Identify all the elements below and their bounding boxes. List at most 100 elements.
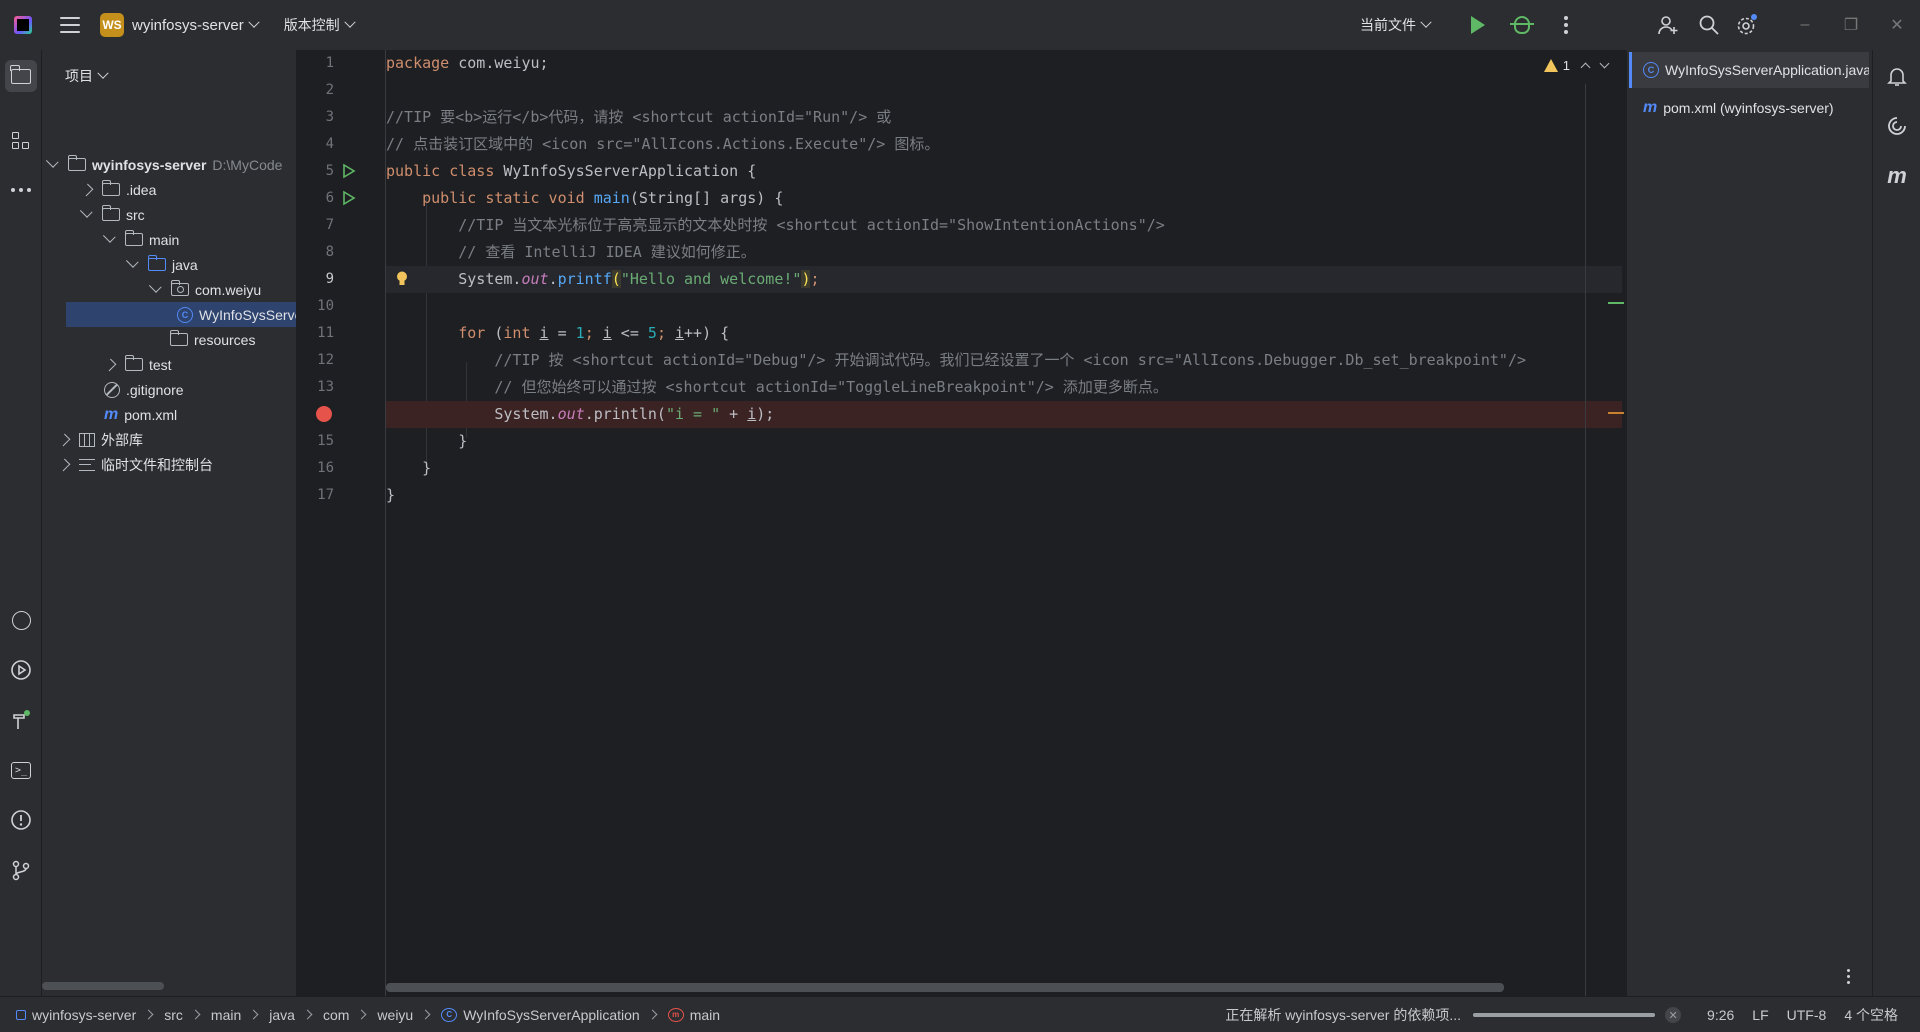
caret-position[interactable]: 9:26 xyxy=(1707,1007,1734,1023)
more-actions-button[interactable] xyxy=(1544,0,1588,50)
tree-item-resources[interactable]: resources xyxy=(42,327,296,352)
error-stripe-mark[interactable] xyxy=(1608,302,1624,304)
editor-horizontal-scrollbar[interactable] xyxy=(386,983,1504,992)
problems-tool-button[interactable] xyxy=(5,804,37,836)
expand-arrow-icon[interactable] xyxy=(102,229,116,243)
ai-assistant-button[interactable] xyxy=(1881,110,1913,142)
code-area[interactable]: package com.weiyu; //TIP 要<b>运行</b>代码，请按… xyxy=(386,50,1622,996)
tree-item-test[interactable]: test xyxy=(42,352,296,377)
background-task-progress xyxy=(1473,1013,1656,1017)
next-highlight-icon[interactable] xyxy=(1599,58,1610,69)
code-with-me-button[interactable] xyxy=(1646,0,1690,50)
profiler-tool-button[interactable] xyxy=(5,604,37,636)
code-line-12: //TIP 按 <shortcut actionId="Debug"/> 开始调… xyxy=(494,351,1527,369)
tree-item-label: .idea xyxy=(126,181,157,198)
git-tool-button[interactable] xyxy=(5,854,37,886)
run-gutter-icon[interactable] xyxy=(342,190,356,206)
debug-button[interactable] xyxy=(1500,0,1544,50)
open-file-item[interactable]: m pom.xml (wyinfosys-server) xyxy=(1629,90,1869,126)
tree-item-label: java xyxy=(172,256,198,273)
tree-item-project-root[interactable]: wyinfosys-server D:\MyCode xyxy=(42,152,296,177)
breadcrumb-item[interactable]: C WyInfoSysServerApplication xyxy=(441,1007,640,1023)
cancel-task-icon[interactable]: ✕ xyxy=(1665,1007,1682,1023)
code-line-13: // 但您始终可以通过按 <shortcut actionId="ToggleL… xyxy=(494,378,1168,396)
restore-window-button[interactable]: ❐ xyxy=(1828,0,1874,50)
breadcrumb-item[interactable]: weiyu xyxy=(377,1007,413,1023)
expand-arrow-icon[interactable] xyxy=(57,458,71,471)
warning-icon xyxy=(1543,59,1558,72)
structure-tool-button[interactable] xyxy=(5,125,37,157)
more-vertical-icon[interactable] xyxy=(1847,969,1850,984)
expand-arrow-icon[interactable] xyxy=(80,183,94,196)
run-configuration-selector[interactable]: 当前文件 xyxy=(1360,15,1432,35)
run-button[interactable] xyxy=(1456,0,1500,50)
notifications-button[interactable] xyxy=(1881,60,1913,92)
tree-item-pom[interactable]: m pom.xml xyxy=(42,402,296,427)
expand-arrow-icon[interactable] xyxy=(103,358,117,371)
search-button[interactable] xyxy=(1690,0,1728,50)
expand-arrow-icon[interactable] xyxy=(148,279,162,293)
breadcrumb-item[interactable]: main xyxy=(211,1007,241,1023)
tree-item-scratches[interactable]: 临时文件和控制台 xyxy=(42,452,296,477)
expand-arrow-icon[interactable] xyxy=(57,433,71,446)
previous-highlight-icon[interactable] xyxy=(1580,62,1591,73)
tree-item-idea[interactable]: .idea xyxy=(42,177,296,202)
project-view-selector[interactable]: 项目 xyxy=(65,66,109,86)
line-number: 2 xyxy=(325,82,334,98)
services-icon xyxy=(11,660,31,680)
maven-tool-icon[interactable]: m xyxy=(1881,160,1913,192)
chevron-right-icon xyxy=(302,1009,313,1020)
module-icon xyxy=(16,1009,26,1020)
tree-item-java[interactable]: java xyxy=(42,252,296,277)
project-switcher[interactable]: WS wyinfosys-server xyxy=(100,13,260,37)
breadcrumb-item[interactable]: com xyxy=(323,1007,349,1023)
main-menu-icon[interactable] xyxy=(60,17,80,33)
breakpoint-icon[interactable] xyxy=(316,406,332,422)
lightbulb-icon[interactable] xyxy=(396,271,408,285)
project-tool-button[interactable] xyxy=(5,60,37,92)
breadcrumb-item[interactable]: m main xyxy=(667,1007,720,1023)
chevron-right-icon xyxy=(190,1009,201,1020)
expand-arrow-icon[interactable] xyxy=(125,254,139,268)
background-task-label[interactable]: 正在解析 wyinfosys-server 的依赖项... xyxy=(1225,1005,1461,1025)
terminal-icon: >_ xyxy=(11,761,31,779)
breadcrumb-item[interactable]: wyinfosys-server xyxy=(16,1007,136,1023)
run-gutter-icon[interactable] xyxy=(342,163,356,179)
services-tool-button[interactable] xyxy=(5,654,37,686)
project-panel-scrollbar[interactable] xyxy=(42,982,164,990)
code-editor[interactable]: 1 2 3 4 5 6 7 8 9 10 11 12 13 15 16 17 p… xyxy=(296,50,1626,996)
tree-item-main-class[interactable]: C WyInfoSysServerApplication xyxy=(66,302,296,327)
breadcrumb-item[interactable]: src xyxy=(164,1007,183,1023)
file-encoding[interactable]: UTF-8 xyxy=(1787,1007,1827,1023)
status-bar: wyinfosys-server src main java com weiyu… xyxy=(0,996,1920,1032)
expand-arrow-icon[interactable] xyxy=(45,154,59,168)
build-tool-button[interactable] xyxy=(5,704,37,736)
tree-item-package[interactable]: com.weiyu xyxy=(42,277,296,302)
tree-item-external-libraries[interactable]: 外部库 xyxy=(42,427,296,452)
breadcrumb-item[interactable]: java xyxy=(269,1007,295,1023)
minimize-window-button[interactable]: – xyxy=(1782,0,1828,50)
search-icon xyxy=(1699,15,1719,35)
tree-item-src[interactable]: src xyxy=(42,202,296,227)
folder-icon xyxy=(10,64,31,84)
close-window-button[interactable]: ✕ xyxy=(1874,0,1920,50)
error-stripe-mark[interactable] xyxy=(1608,412,1624,414)
vcs-menu[interactable]: 版本控制 xyxy=(284,15,356,35)
tree-item-label: WyInfoSysServerApplication xyxy=(199,306,296,323)
inspection-widget[interactable]: 1 xyxy=(1543,58,1610,73)
line-separator[interactable]: LF xyxy=(1752,1007,1768,1023)
tree-item-main[interactable]: main xyxy=(42,227,296,252)
indent-setting[interactable]: 4 个空格 xyxy=(1844,1005,1898,1025)
intellij-logo-icon[interactable] xyxy=(14,16,32,34)
project-badge: WS xyxy=(100,13,124,37)
open-file-item[interactable]: C WyInfoSysServerApplication.java xyxy=(1629,52,1869,88)
tree-item-gitignore[interactable]: .gitignore xyxy=(42,377,296,402)
settings-button[interactable] xyxy=(1728,0,1766,50)
expand-arrow-icon[interactable] xyxy=(79,204,93,218)
editor-gutter[interactable]: 1 2 3 4 5 6 7 8 9 10 11 12 13 15 16 17 xyxy=(296,50,386,996)
more-tools-button[interactable] xyxy=(5,174,37,206)
java-class-icon: C xyxy=(177,306,193,323)
terminal-tool-button[interactable]: >_ xyxy=(5,754,37,786)
bell-icon xyxy=(1887,68,1907,86)
structure-icon xyxy=(12,132,30,150)
